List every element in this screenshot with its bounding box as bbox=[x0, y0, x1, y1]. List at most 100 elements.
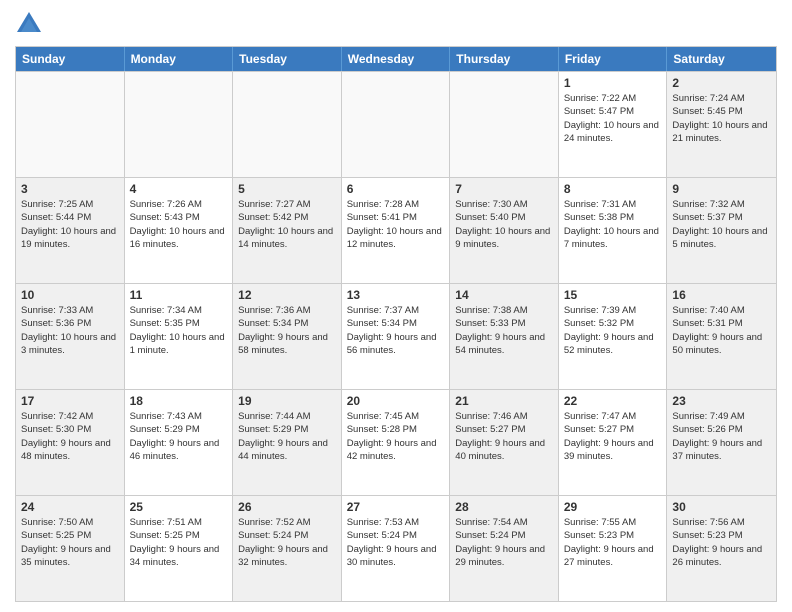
calendar-row-1: 3 Sunrise: 7:25 AM Sunset: 5:44 PM Daylig… bbox=[16, 177, 776, 283]
cell-info: Sunrise: 7:22 AM Sunset: 5:47 PM Dayligh… bbox=[564, 92, 662, 145]
calendar-cell: 8 Sunrise: 7:31 AM Sunset: 5:38 PM Daylig… bbox=[559, 178, 668, 283]
calendar-row-3: 17 Sunrise: 7:42 AM Sunset: 5:30 PM Dayli… bbox=[16, 389, 776, 495]
header-day-tuesday: Tuesday bbox=[233, 47, 342, 71]
calendar-row-4: 24Sunrise: 7:50 AM Sunset: 5:25 PM Dayli… bbox=[16, 495, 776, 601]
calendar-cell bbox=[16, 72, 125, 177]
cell-info: Sunrise: 7:44 AM Sunset: 5:29 PM Dayligh… bbox=[238, 410, 336, 463]
calendar-cell: 13 Sunrise: 7:37 AM Sunset: 5:34 PM Dayli… bbox=[342, 284, 451, 389]
calendar-cell: 16 Sunrise: 7:40 AM Sunset: 5:31 PM Dayli… bbox=[667, 284, 776, 389]
cell-info: Sunrise: 7:50 AM Sunset: 5:25 PM Dayligh… bbox=[21, 516, 119, 569]
cell-info: Sunrise: 7:37 AM Sunset: 5:34 PM Dayligh… bbox=[347, 304, 445, 357]
header-day-friday: Friday bbox=[559, 47, 668, 71]
calendar-cell: 9 Sunrise: 7:32 AM Sunset: 5:37 PM Daylig… bbox=[667, 178, 776, 283]
calendar-cell: 1Sunrise: 7:22 AM Sunset: 5:47 PM Daylig… bbox=[559, 72, 668, 177]
calendar-body: 1Sunrise: 7:22 AM Sunset: 5:47 PM Daylig… bbox=[16, 71, 776, 601]
cell-info: Sunrise: 7:55 AM Sunset: 5:23 PM Dayligh… bbox=[564, 516, 662, 569]
day-number: 26 bbox=[238, 500, 336, 514]
day-number: 30 bbox=[672, 500, 771, 514]
cell-info: Sunrise: 7:47 AM Sunset: 5:27 PM Dayligh… bbox=[564, 410, 662, 463]
cell-info: Sunrise: 7:38 AM Sunset: 5:33 PM Dayligh… bbox=[455, 304, 553, 357]
calendar-cell: 23 Sunrise: 7:49 AM Sunset: 5:26 PM Dayli… bbox=[667, 390, 776, 495]
cell-info: Sunrise: 7:53 AM Sunset: 5:24 PM Dayligh… bbox=[347, 516, 445, 569]
day-number: 29 bbox=[564, 500, 662, 514]
day-number: 21 bbox=[455, 394, 553, 408]
logo bbox=[15, 10, 47, 38]
cell-info: Sunrise: 7:56 AM Sunset: 5:23 PM Dayligh… bbox=[672, 516, 771, 569]
cell-info: Sunrise: 7:51 AM Sunset: 5:25 PM Dayligh… bbox=[130, 516, 228, 569]
day-number: 12 bbox=[238, 288, 336, 302]
calendar-cell: 7 Sunrise: 7:30 AM Sunset: 5:40 PM Daylig… bbox=[450, 178, 559, 283]
calendar-cell: 6Sunrise: 7:28 AM Sunset: 5:41 PM Daylig… bbox=[342, 178, 451, 283]
calendar-cell: 4 Sunrise: 7:26 AM Sunset: 5:43 PM Daylig… bbox=[125, 178, 234, 283]
calendar-cell bbox=[450, 72, 559, 177]
day-number: 28 bbox=[455, 500, 553, 514]
cell-info: Sunrise: 7:24 AM Sunset: 5:45 PM Dayligh… bbox=[672, 92, 771, 145]
day-number: 11 bbox=[130, 288, 228, 302]
cell-info: Sunrise: 7:30 AM Sunset: 5:40 PM Dayligh… bbox=[455, 198, 553, 251]
calendar-cell: 28 Sunrise: 7:54 AM Sunset: 5:24 PM Dayli… bbox=[450, 496, 559, 601]
calendar-row-2: 10 Sunrise: 7:33 AM Sunset: 5:36 PM Dayli… bbox=[16, 283, 776, 389]
day-number: 9 bbox=[672, 182, 771, 196]
day-number: 18 bbox=[130, 394, 228, 408]
header-day-saturday: Saturday bbox=[667, 47, 776, 71]
cell-info: Sunrise: 7:54 AM Sunset: 5:24 PM Dayligh… bbox=[455, 516, 553, 569]
calendar-cell bbox=[233, 72, 342, 177]
day-number: 19 bbox=[238, 394, 336, 408]
day-number: 22 bbox=[564, 394, 662, 408]
day-number: 27 bbox=[347, 500, 445, 514]
calendar-cell: 24Sunrise: 7:50 AM Sunset: 5:25 PM Dayli… bbox=[16, 496, 125, 601]
calendar-cell: 26 Sunrise: 7:52 AM Sunset: 5:24 PM Dayli… bbox=[233, 496, 342, 601]
calendar-cell: 20 Sunrise: 7:45 AM Sunset: 5:28 PM Dayli… bbox=[342, 390, 451, 495]
calendar-cell: 22 Sunrise: 7:47 AM Sunset: 5:27 PM Dayli… bbox=[559, 390, 668, 495]
day-number: 13 bbox=[347, 288, 445, 302]
day-number: 4 bbox=[130, 182, 228, 196]
calendar-cell: 25Sunrise: 7:51 AM Sunset: 5:25 PM Dayli… bbox=[125, 496, 234, 601]
cell-info: Sunrise: 7:45 AM Sunset: 5:28 PM Dayligh… bbox=[347, 410, 445, 463]
header bbox=[15, 10, 777, 38]
page: SundayMondayTuesdayWednesdayThursdayFrid… bbox=[0, 0, 792, 612]
day-number: 7 bbox=[455, 182, 553, 196]
calendar-cell: 17 Sunrise: 7:42 AM Sunset: 5:30 PM Dayli… bbox=[16, 390, 125, 495]
calendar-cell bbox=[125, 72, 234, 177]
cell-info: Sunrise: 7:27 AM Sunset: 5:42 PM Dayligh… bbox=[238, 198, 336, 251]
cell-info: Sunrise: 7:49 AM Sunset: 5:26 PM Dayligh… bbox=[672, 410, 771, 463]
cell-info: Sunrise: 7:26 AM Sunset: 5:43 PM Dayligh… bbox=[130, 198, 228, 251]
cell-info: Sunrise: 7:31 AM Sunset: 5:38 PM Dayligh… bbox=[564, 198, 662, 251]
day-number: 20 bbox=[347, 394, 445, 408]
day-number: 17 bbox=[21, 394, 119, 408]
day-number: 10 bbox=[21, 288, 119, 302]
calendar-cell: 2Sunrise: 7:24 AM Sunset: 5:45 PM Daylig… bbox=[667, 72, 776, 177]
calendar-cell: 14 Sunrise: 7:38 AM Sunset: 5:33 PM Dayli… bbox=[450, 284, 559, 389]
calendar-cell: 3 Sunrise: 7:25 AM Sunset: 5:44 PM Daylig… bbox=[16, 178, 125, 283]
day-number: 16 bbox=[672, 288, 771, 302]
calendar-cell: 27 Sunrise: 7:53 AM Sunset: 5:24 PM Dayli… bbox=[342, 496, 451, 601]
calendar-cell: 15 Sunrise: 7:39 AM Sunset: 5:32 PM Dayli… bbox=[559, 284, 668, 389]
cell-info: Sunrise: 7:46 AM Sunset: 5:27 PM Dayligh… bbox=[455, 410, 553, 463]
header-day-monday: Monday bbox=[125, 47, 234, 71]
day-number: 8 bbox=[564, 182, 662, 196]
calendar-cell: 21 Sunrise: 7:46 AM Sunset: 5:27 PM Dayli… bbox=[450, 390, 559, 495]
cell-info: Sunrise: 7:52 AM Sunset: 5:24 PM Dayligh… bbox=[238, 516, 336, 569]
calendar: SundayMondayTuesdayWednesdayThursdayFrid… bbox=[15, 46, 777, 602]
day-number: 15 bbox=[564, 288, 662, 302]
cell-info: Sunrise: 7:36 AM Sunset: 5:34 PM Dayligh… bbox=[238, 304, 336, 357]
calendar-cell: 10 Sunrise: 7:33 AM Sunset: 5:36 PM Dayli… bbox=[16, 284, 125, 389]
calendar-cell: 19 Sunrise: 7:44 AM Sunset: 5:29 PM Dayli… bbox=[233, 390, 342, 495]
day-number: 14 bbox=[455, 288, 553, 302]
calendar-cell: 11 Sunrise: 7:34 AM Sunset: 5:35 PM Dayli… bbox=[125, 284, 234, 389]
cell-info: Sunrise: 7:28 AM Sunset: 5:41 PM Dayligh… bbox=[347, 198, 445, 251]
cell-info: Sunrise: 7:40 AM Sunset: 5:31 PM Dayligh… bbox=[672, 304, 771, 357]
cell-info: Sunrise: 7:25 AM Sunset: 5:44 PM Dayligh… bbox=[21, 198, 119, 251]
calendar-cell: 5Sunrise: 7:27 AM Sunset: 5:42 PM Daylig… bbox=[233, 178, 342, 283]
day-number: 23 bbox=[672, 394, 771, 408]
calendar-cell: 18Sunrise: 7:43 AM Sunset: 5:29 PM Dayli… bbox=[125, 390, 234, 495]
calendar-cell: 30 Sunrise: 7:56 AM Sunset: 5:23 PM Dayli… bbox=[667, 496, 776, 601]
cell-info: Sunrise: 7:33 AM Sunset: 5:36 PM Dayligh… bbox=[21, 304, 119, 357]
cell-info: Sunrise: 7:32 AM Sunset: 5:37 PM Dayligh… bbox=[672, 198, 771, 251]
logo-icon bbox=[15, 10, 43, 38]
cell-info: Sunrise: 7:42 AM Sunset: 5:30 PM Dayligh… bbox=[21, 410, 119, 463]
header-day-thursday: Thursday bbox=[450, 47, 559, 71]
cell-info: Sunrise: 7:39 AM Sunset: 5:32 PM Dayligh… bbox=[564, 304, 662, 357]
cell-info: Sunrise: 7:34 AM Sunset: 5:35 PM Dayligh… bbox=[130, 304, 228, 357]
day-number: 3 bbox=[21, 182, 119, 196]
